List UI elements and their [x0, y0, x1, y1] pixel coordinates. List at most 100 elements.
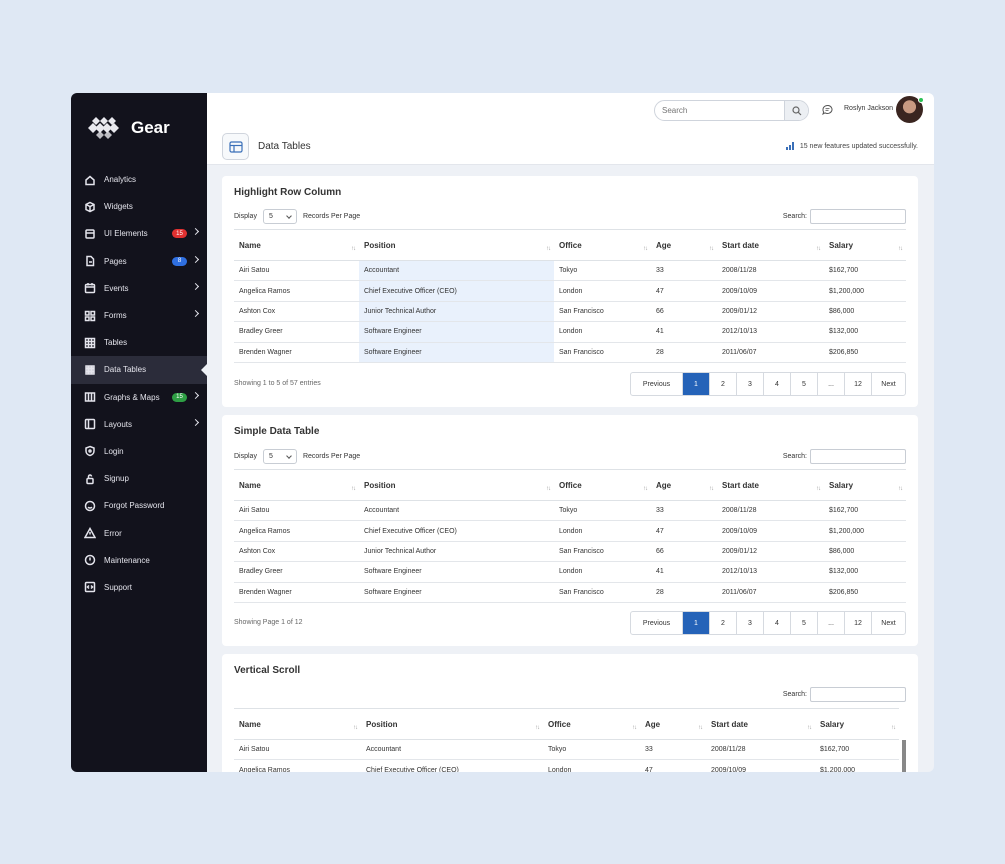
- column-header-name[interactable]: Name ↑↓: [234, 469, 359, 501]
- column-header-start-date[interactable]: Start date ↑↓: [717, 469, 824, 501]
- sort-arrows-icon[interactable]: ↑↓: [643, 486, 648, 492]
- sort-arrows-icon[interactable]: ↑↓: [546, 486, 551, 492]
- search-button[interactable]: [784, 101, 808, 120]
- sidebar-item-error[interactable]: Error: [71, 519, 207, 546]
- column-header-name[interactable]: Name ↑↓: [234, 229, 359, 261]
- page-button-3[interactable]: 3: [736, 373, 763, 395]
- table-row[interactable]: Airi Satou Accountant Tokyo 33 2008/11/28 $16…: [234, 500, 906, 522]
- vertical-scrollbar[interactable]: [902, 740, 906, 772]
- column-header-salary[interactable]: Salary ↑↓: [824, 469, 906, 501]
- online-status-dot: [918, 97, 924, 103]
- table-search-input[interactable]: [810, 449, 906, 464]
- table-search-input[interactable]: [810, 687, 906, 702]
- column-header-age[interactable]: Age ↑↓: [640, 708, 706, 740]
- sidebar-item-data-tables[interactable]: Data Tables: [71, 356, 207, 384]
- page-button-5[interactable]: 5: [790, 612, 817, 634]
- sort-arrows-icon[interactable]: ↑↓: [898, 246, 903, 252]
- table-row[interactable]: Bradley Greer Software Engineer London 41 20…: [234, 561, 906, 583]
- sort-arrows-icon[interactable]: ↑↓: [535, 725, 540, 731]
- page-button-12[interactable]: 12: [844, 373, 871, 395]
- page-button-next[interactable]: Next: [871, 373, 905, 395]
- page-button-2[interactable]: 2: [709, 612, 736, 634]
- sidebar-item-label: Forgot Password: [104, 501, 165, 511]
- page-button-5[interactable]: 5: [790, 373, 817, 395]
- page-size-select[interactable]: 5: [262, 449, 297, 464]
- table-row[interactable]: Bradley Greer Software Engineer London 41 20…: [234, 321, 906, 343]
- page-button-previous[interactable]: Previous: [631, 612, 682, 634]
- sidebar-item-maintenance[interactable]: Maintenance: [71, 547, 207, 574]
- column-header-office[interactable]: Office ↑↓: [543, 708, 640, 740]
- page-button-12[interactable]: 12: [844, 612, 871, 634]
- sidebar-item-ui-elements[interactable]: UI Elements 15: [71, 220, 207, 247]
- column-header-position[interactable]: Position ↑↓: [359, 469, 554, 501]
- sort-arrows-icon[interactable]: ↑↓: [891, 725, 896, 731]
- sort-arrows-icon[interactable]: ↑↓: [351, 486, 356, 492]
- page-size-select[interactable]: 5: [262, 209, 297, 224]
- page-button-4[interactable]: 4: [763, 373, 790, 395]
- sidebar-item-graphs-maps[interactable]: Graphs & Maps 15: [71, 384, 207, 411]
- sidebar-item-tables[interactable]: Tables: [71, 329, 207, 356]
- column-header-salary[interactable]: Salary ↑↓: [824, 229, 906, 261]
- search-input[interactable]: [655, 101, 784, 120]
- table-row[interactable]: Ashton Cox Junior Technical Author San Fra…: [234, 541, 906, 563]
- table-row[interactable]: Angelica Ramos Chief Executive Officer (C…: [234, 759, 899, 772]
- table-row[interactable]: Brenden Wagner Software Engineer San Franc…: [234, 582, 906, 603]
- table-cell: Accountant: [359, 500, 554, 522]
- sort-arrows-icon[interactable]: ↑↓: [709, 246, 714, 252]
- sidebar-item-login[interactable]: Login: [71, 438, 207, 465]
- sort-arrows-icon[interactable]: ↑↓: [816, 246, 821, 252]
- sidebar-item-analytics[interactable]: Analytics: [71, 166, 207, 193]
- table-cell: Bradley Greer: [234, 561, 359, 583]
- sort-arrows-icon[interactable]: ↑↓: [632, 725, 637, 731]
- display-control: Display 5 Records Per Page: [234, 449, 360, 464]
- column-header-start-date[interactable]: Start date ↑↓: [717, 229, 824, 261]
- sidebar-item-signup[interactable]: Signup: [71, 465, 207, 492]
- sidebar-item-support[interactable]: Support: [71, 574, 207, 601]
- table-row[interactable]: Angelica Ramos Chief Executive Officer (C…: [234, 280, 906, 302]
- column-header-age[interactable]: Age ↑↓: [651, 469, 717, 501]
- sort-arrows-icon[interactable]: ↑↓: [353, 725, 358, 731]
- column-header-position[interactable]: Position ↑↓: [359, 229, 554, 261]
- sidebar-item-pages[interactable]: Pages 8: [71, 248, 207, 275]
- sort-arrows-icon[interactable]: ↑↓: [898, 486, 903, 492]
- page-button-1[interactable]: 1: [682, 373, 709, 395]
- search-icon: [791, 105, 801, 115]
- column-header-office[interactable]: Office ↑↓: [554, 469, 651, 501]
- sidebar-item-forgot-password[interactable]: Forgot Password: [71, 492, 207, 519]
- table-row[interactable]: Airi Satou Accountant Tokyo 33 2008/11/28 $16…: [234, 260, 906, 282]
- brand-logo[interactable]: Gear: [71, 93, 207, 163]
- page-button-3[interactable]: 3: [736, 612, 763, 634]
- table-cell: 33: [640, 739, 706, 761]
- column-header-office[interactable]: Office ↑↓: [554, 229, 651, 261]
- sort-arrows-icon[interactable]: ↑↓: [709, 486, 714, 492]
- chat-icon[interactable]: [822, 104, 833, 115]
- page-button-2[interactable]: 2: [709, 373, 736, 395]
- table-row[interactable]: Airi Satou Accountant Tokyo 33 2008/11/28 $16…: [234, 739, 899, 761]
- table-row[interactable]: Angelica Ramos Chief Executive Officer (C…: [234, 520, 906, 542]
- table-row[interactable]: Ashton Cox Junior Technical Author San Fra…: [234, 301, 906, 323]
- sort-arrows-icon[interactable]: ↑↓: [643, 246, 648, 252]
- page-title: Data Tables: [258, 141, 311, 152]
- sidebar-item-widgets[interactable]: Widgets: [71, 193, 207, 220]
- sidebar-item-events[interactable]: Events: [71, 275, 207, 302]
- table-row[interactable]: Brenden Wagner Software Engineer San Franc…: [234, 342, 906, 363]
- page-button-1[interactable]: 1: [682, 612, 709, 634]
- page-button-next[interactable]: Next: [871, 612, 905, 634]
- sort-arrows-icon[interactable]: ↑↓: [816, 486, 821, 492]
- sort-arrows-icon[interactable]: ↑↓: [698, 725, 703, 731]
- column-header-salary[interactable]: Salary ↑↓: [815, 708, 899, 740]
- sort-arrows-icon[interactable]: ↑↓: [351, 246, 356, 252]
- column-header-name[interactable]: Name ↑↓: [234, 708, 361, 740]
- sidebar-item-layouts[interactable]: Layouts: [71, 411, 207, 438]
- column-header-position[interactable]: Position ↑↓: [361, 708, 543, 740]
- sort-arrows-icon[interactable]: ↑↓: [546, 246, 551, 252]
- sidebar-item-forms[interactable]: Forms: [71, 302, 207, 329]
- page-button-4[interactable]: 4: [763, 612, 790, 634]
- user-name[interactable]: Roslyn Jackson: [844, 105, 893, 112]
- table-search-input[interactable]: [810, 209, 906, 224]
- column-header-start-date[interactable]: Start date ↑↓: [706, 708, 815, 740]
- table-cell: $162,700: [815, 739, 899, 761]
- sort-arrows-icon[interactable]: ↑↓: [807, 725, 812, 731]
- page-button-previous[interactable]: Previous: [631, 373, 682, 395]
- column-header-age[interactable]: Age ↑↓: [651, 229, 717, 261]
